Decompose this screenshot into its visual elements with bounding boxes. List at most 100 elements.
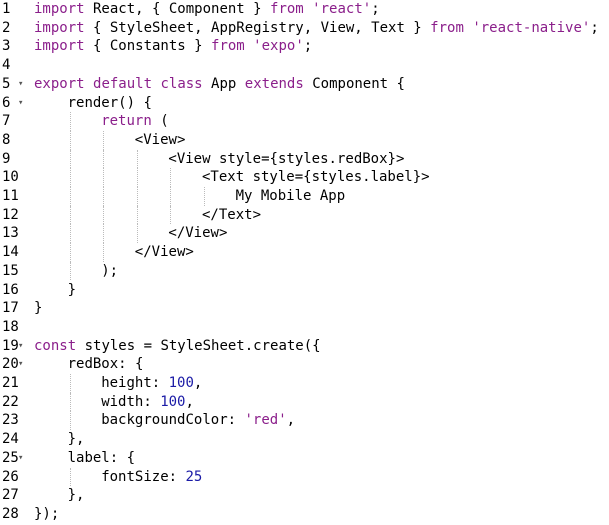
code-text: fontSize: 25: [101, 468, 202, 487]
code-token-kw: import: [34, 38, 85, 55]
line-number: 28: [2, 505, 19, 522]
code-line[interactable]: 7 return (: [0, 112, 609, 131]
code-text: </View>: [135, 243, 194, 262]
code-token-plain: width:: [101, 393, 161, 410]
code-token-plain: </Text>: [202, 206, 262, 223]
code-token-kw: default: [93, 75, 153, 92]
code-line[interactable]: 9 <View style={styles.redBox}>: [0, 150, 609, 169]
code-token-str: 'react-native': [472, 19, 591, 36]
code-line[interactable]: 15);: [0, 262, 609, 281]
code-line[interactable]: 4: [0, 56, 609, 75]
code-line[interactable]: 8 <View>: [0, 131, 609, 150]
indent-guide: [69, 243, 71, 262]
code-line[interactable]: 21 height: 100,: [0, 374, 609, 393]
code-token-plain: { Constants }: [84, 38, 212, 55]
code-line[interactable]: 16}: [0, 281, 609, 300]
fold-toggle-icon[interactable]: ▾: [18, 449, 23, 468]
code-line[interactable]: 23 backgroundColor: 'red',: [0, 411, 609, 430]
code-token-plain: <View style={styles.redBox}>: [168, 150, 405, 167]
code-token-num: 25: [185, 468, 203, 485]
line-number: 20: [2, 356, 19, 373]
code-token-num: 100: [160, 393, 186, 410]
code-text: <View>: [135, 131, 186, 150]
line-number: 5: [2, 75, 11, 92]
indent-guide: [103, 224, 105, 244]
code-text: label: {: [68, 449, 135, 468]
indent-guide: [103, 187, 105, 206]
code-token-plain: My Mobile App: [235, 188, 346, 204]
indent-guide: [69, 112, 71, 131]
line-number: 8: [2, 131, 11, 148]
code-token-plain: }: [34, 300, 43, 317]
indent-guide: [103, 168, 105, 187]
code-line[interactable]: 3 import { Constants } from 'expo';: [0, 37, 609, 56]
code-editor[interactable]: 1 import React, { Component } from 'react…: [0, 0, 609, 525]
code-token-plain: },: [67, 487, 85, 504]
code-line[interactable]: 22 width: 100,: [0, 393, 609, 412]
indent-guide: [136, 149, 138, 169]
indent-guide: [170, 205, 172, 225]
code-line[interactable]: 12 </Text>: [0, 206, 609, 225]
indent-guide: [69, 187, 71, 206]
code-text: export default class App extends Compone…: [34, 75, 405, 94]
code-line[interactable]: 28});: [0, 505, 609, 524]
code-line[interactable]: 13 </View>: [0, 224, 609, 243]
code-token-plain: { StyleSheet, AppRegistry, View, Text }: [84, 19, 431, 36]
fold-toggle-icon[interactable]: ▾: [18, 75, 23, 94]
code-token-kw: export: [34, 75, 85, 92]
indent-guide: [69, 374, 71, 393]
code-line[interactable]: 2 import { StyleSheet, AppRegistry, View,…: [0, 19, 609, 38]
line-number: 16: [2, 281, 19, 298]
line-number: 14: [2, 244, 19, 261]
line-number: 10: [2, 169, 19, 186]
code-token-plain: <View>: [134, 131, 186, 148]
code-token-str: 'red': [244, 412, 287, 429]
fold-toggle-icon[interactable]: ▾: [18, 94, 23, 113]
code-text: backgroundColor: 'red',: [101, 411, 295, 430]
code-token-plain: backgroundColor:: [101, 412, 245, 429]
line-number: 25: [2, 449, 19, 466]
code-line[interactable]: 14 </View>: [0, 243, 609, 262]
code-text: }: [68, 281, 76, 300]
code-line[interactable]: 11 My Mobile App: [0, 187, 609, 206]
code-token-plain: App: [202, 75, 245, 92]
line-number: 24: [2, 431, 19, 448]
code-token-plain: styles = StyleSheet.create({: [76, 337, 321, 354]
code-token-plain: fontSize:: [101, 468, 186, 485]
code-line[interactable]: 20 ▾ redBox: {: [0, 355, 609, 374]
line-number: 4: [2, 57, 11, 74]
code-token-plain: height:: [101, 375, 169, 391]
code-line[interactable]: 24},: [0, 430, 609, 449]
code-text: <Text style={styles.label}>: [202, 168, 430, 187]
indent-guide: [69, 224, 71, 244]
indent-guide: [170, 168, 172, 187]
line-number: 23: [2, 412, 19, 429]
indent-guide: [136, 205, 138, 225]
line-number: 15: [2, 262, 19, 279]
code-token-kw: from: [211, 38, 245, 55]
indent-guide: [103, 130, 105, 150]
code-line[interactable]: 5 ▾ export default class App extends Compo…: [0, 75, 609, 94]
code-line[interactable]: 17}: [0, 299, 609, 318]
code-line[interactable]: 18: [0, 318, 609, 337]
code-line[interactable]: 10 <Text style={styles.label}>: [0, 168, 609, 187]
line-number: 3: [2, 38, 11, 55]
line-number: 18: [2, 318, 19, 335]
code-line[interactable]: 26 fontSize: 25: [0, 468, 609, 487]
code-token-plain: ;: [590, 19, 599, 36]
fold-toggle-icon[interactable]: ▾: [18, 337, 23, 356]
code-token-plain: },: [67, 431, 85, 448]
code-line[interactable]: 6 ▾ render() {: [0, 94, 609, 113]
code-text: }: [34, 299, 42, 318]
indent-guide: [170, 187, 172, 206]
code-line[interactable]: 19 ▾ const styles = StyleSheet.create({: [0, 337, 609, 356]
code-token-plain: }: [67, 281, 77, 298]
indent-guide: [69, 168, 71, 187]
line-number: 13: [2, 225, 19, 242]
code-line[interactable]: 1 import React, { Component } from 'react…: [0, 0, 609, 19]
fold-toggle-icon[interactable]: ▾: [18, 355, 23, 374]
code-line[interactable]: 25 ▾ label: {: [0, 449, 609, 468]
code-line[interactable]: 27},: [0, 486, 609, 505]
line-number: 11: [2, 188, 19, 204]
